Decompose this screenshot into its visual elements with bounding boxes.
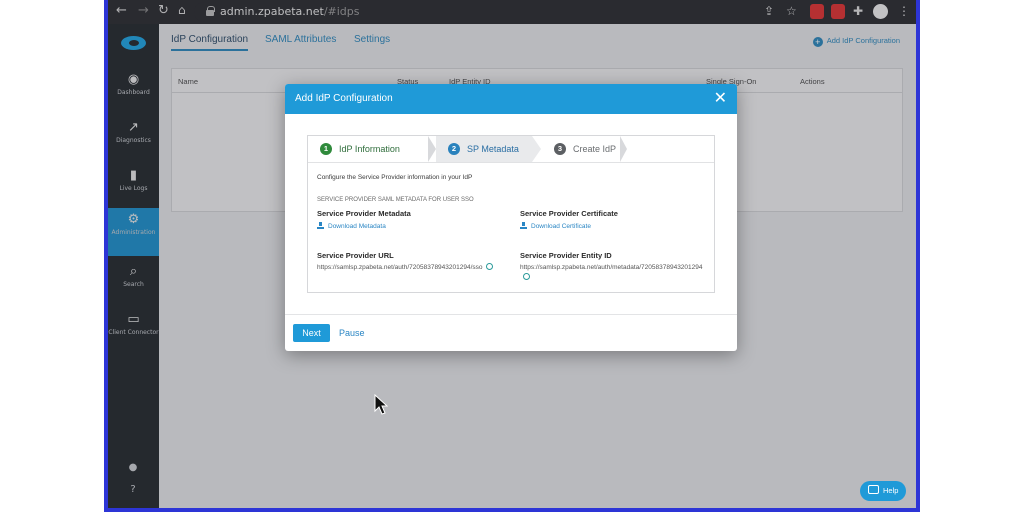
sp-certificate-label: Service Provider Certificate xyxy=(520,209,618,218)
help-button[interactable]: Help xyxy=(860,481,906,501)
sp-url-value: https://samlsp.zpabeta.net/auth/72058378… xyxy=(317,263,507,273)
download-icon xyxy=(317,222,324,229)
modal-title: Add IdP Configuration xyxy=(295,93,393,104)
close-icon[interactable]: ✕ xyxy=(714,89,727,107)
download-icon xyxy=(520,222,527,229)
download-metadata-link[interactable]: Download Metadata xyxy=(317,222,386,230)
pause-button[interactable]: Pause xyxy=(339,328,365,338)
wizard-steps: 1 IdP Information 2 SP Metadata 3 Create Id… xyxy=(308,136,714,163)
copy-icon[interactable] xyxy=(523,273,530,280)
footer-divider xyxy=(285,314,737,315)
sp-entity-id-label: Service Provider Entity ID xyxy=(520,251,612,260)
help-chat-icon xyxy=(868,485,879,494)
section-title: SERVICE PROVIDER SAML METADATA FOR USER … xyxy=(317,197,474,203)
step-separator xyxy=(620,136,627,162)
modal-header: Add IdP Configuration ✕ xyxy=(285,84,737,114)
download-certificate-link[interactable]: Download Certificate xyxy=(520,222,591,230)
step-number: 1 xyxy=(320,143,332,155)
next-button[interactable]: Next xyxy=(293,324,330,342)
sp-url-label: Service Provider URL xyxy=(317,251,394,260)
step-number: 3 xyxy=(554,143,566,155)
sp-metadata-label: Service Provider Metadata xyxy=(317,209,411,218)
step-separator xyxy=(532,136,541,162)
wizard-panel: 1 IdP Information 2 SP Metadata 3 Create Id… xyxy=(307,135,715,293)
add-idp-configuration-modal: Add IdP Configuration ✕ 1 IdP Information… xyxy=(285,84,737,351)
step-separator xyxy=(428,136,436,162)
step-number: 2 xyxy=(448,143,460,155)
sp-entity-id-value: https://samlsp.zpabeta.net/auth/metadata… xyxy=(520,263,706,283)
step-create-idp[interactable]: 3 Create IdP xyxy=(542,136,622,162)
copy-icon[interactable] xyxy=(485,263,493,270)
step-sp-metadata[interactable]: 2 SP Metadata xyxy=(436,136,532,162)
mouse-cursor-icon xyxy=(374,394,388,415)
step-idp-information[interactable]: 1 IdP Information xyxy=(308,136,428,162)
instruction-text: Configure the Service Provider informati… xyxy=(317,174,473,181)
screen: ← → ↻ ⌂ admin.zpabeta.net/#idps ⇪ ☆ ✚ ⋮ … xyxy=(108,0,916,508)
